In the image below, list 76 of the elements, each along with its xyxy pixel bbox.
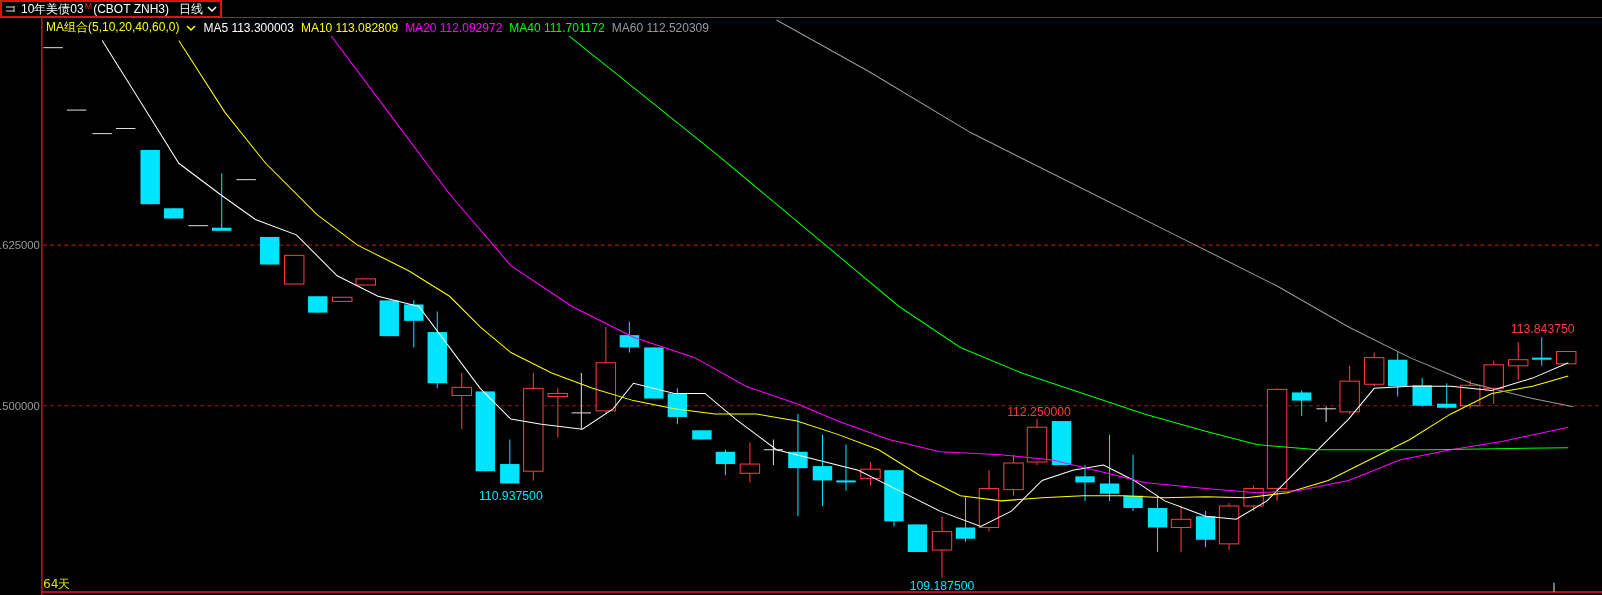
candlestick [739,442,761,483]
price-marker-label: 113.843750 [1510,322,1575,337]
candlestick [1556,351,1577,365]
moving-average-value: MA40 111.701172 [509,20,605,35]
candlestick [140,149,160,205]
candlestick [115,128,136,129]
candlestick [1170,505,1192,553]
candlestick [236,179,257,181]
candlestick [284,254,305,285]
candlestick [188,225,209,227]
candlestick [260,236,280,266]
arrow-icon [5,4,17,14]
moving-average-value: MA60 112.520309 [611,20,709,35]
candlestick [164,207,184,220]
candlestick [1363,352,1385,387]
candlestick [1532,336,1552,367]
candlestick [308,295,328,314]
candlestick [955,495,976,543]
candlestick [355,278,376,286]
candlestick [379,299,399,337]
candlestick [1218,502,1240,551]
candlestick [1026,418,1048,466]
candlestick [571,372,592,430]
candlestick [907,523,928,553]
candlestick [66,109,87,111]
moving-average-value: MA5 113.300003 [203,20,294,35]
candlestick [667,387,688,425]
candlestick [836,444,856,492]
chevron-down-icon[interactable] [186,23,197,32]
candlestick [1291,389,1312,417]
candlestick [1437,382,1457,410]
candlestick [1339,365,1360,415]
candlestick [547,387,569,438]
ma-combo-selector[interactable]: MA组合(5,10,20,40,60,0) [46,19,180,36]
candlestick [692,429,712,440]
moving-average-value: MA10 113.082809 [300,20,399,35]
candlestick [1508,341,1529,381]
candlestick [1460,379,1481,410]
price-axis-label: .500000 [0,399,40,412]
candlestick [931,515,953,579]
candlestick [212,173,232,232]
candlestick [715,449,736,476]
candlestick [1075,464,1095,502]
candlestick [91,133,113,135]
candlestick [644,346,664,400]
candlestick [404,299,424,348]
candlestick [451,372,472,430]
candlestick [860,461,881,487]
price-marker-label: 110.937500 [478,488,543,503]
candlestick [1315,406,1337,423]
candlestick [763,439,784,466]
candlestick [1412,377,1432,408]
instrument-selector[interactable]: 10年美债03$^{M}$(CBOT ZNH3) 日线 [0,0,222,18]
candlestick [978,469,1000,533]
candlestick [1051,420,1072,466]
candlestick [42,47,64,49]
candlestick [1099,433,1120,502]
candlestick [500,439,520,484]
candlestick [619,321,640,354]
candlestick [1483,360,1504,405]
candlestick [1003,454,1024,497]
candlestick [1195,510,1216,548]
instrument-title: 10年美债03$^{M}$(CBOT ZNH3) [21,2,169,16]
price-marker-label: 112.250000 [1007,404,1071,419]
price-marker-label: 109.187500 [909,578,975,593]
moving-average-value: MA20 112.092972 [405,20,503,35]
candlestick [1123,454,1143,512]
candlestick [1387,352,1408,398]
chevron-down-icon [207,5,217,13]
candlestick [332,296,353,302]
candlestick [884,469,904,527]
price-axis-label: .625000 [0,239,40,252]
period-label: 日线 [179,2,203,16]
candlestick [1243,485,1264,512]
candlestick [1147,495,1168,553]
day-count-label: 64天 [42,576,71,591]
